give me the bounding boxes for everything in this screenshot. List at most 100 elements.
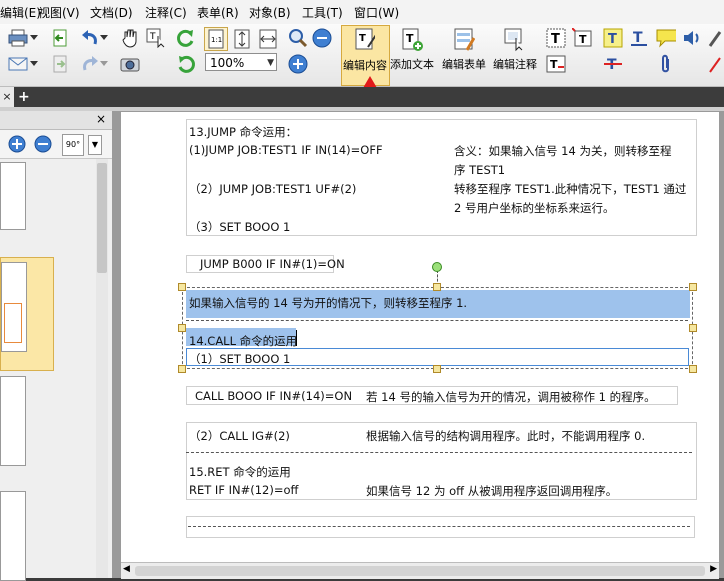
svg-text:T: T: [551, 32, 560, 47]
page-thumbnail[interactable]: [0, 376, 26, 466]
fit-width-icon[interactable]: [258, 29, 278, 49]
print-dropdown-icon[interactable]: [28, 28, 40, 48]
menu-document[interactable]: 文档(D): [90, 4, 133, 21]
call-desc: 若 14 号的输入信号为开的情况，调用被称作 1 的程序。: [366, 390, 656, 404]
ret-line: RET IF IN#(12)=off: [189, 483, 299, 497]
page-thumbnail[interactable]: [0, 491, 26, 581]
svg-text:T: T: [579, 33, 587, 46]
panel-close-icon[interactable]: ×: [96, 112, 106, 126]
jump-desc-2a: 转移至程序 TEST1.此种情况下，TEST1 通过: [454, 182, 687, 196]
snapshot-icon[interactable]: [120, 54, 140, 74]
actual-size-button[interactable]: 1:1: [204, 27, 228, 51]
resize-handle-tl[interactable]: [178, 283, 186, 291]
resize-handle-bl[interactable]: [178, 365, 186, 373]
call-ig-desc: 根据输入信号的结构调用程序。此时，不能调用程序 0.: [366, 429, 646, 443]
print-icon[interactable]: [8, 28, 28, 48]
svg-text:T: T: [149, 32, 156, 42]
pencil-icon[interactable]: [708, 28, 722, 48]
close-tab-icon[interactable]: ×: [0, 87, 14, 107]
edit-content-label: 编辑内容: [343, 59, 387, 72]
page-thumbnail-image: [1, 262, 27, 352]
scroll-right-icon[interactable]: ▶: [710, 564, 717, 574]
jump-b000-text: JUMP B000 IF IN#(1)=ON: [200, 257, 345, 271]
jump-desc-2b: 2 号用户坐标的坐标系来运行。: [454, 201, 615, 215]
email-icon[interactable]: [8, 54, 28, 74]
call-ig-line: （2）CALL IG#(2): [189, 429, 290, 443]
selected-line-1[interactable]: 如果输入信号的 14 号为开的情况下，则转移至程序 1.: [189, 295, 467, 311]
scroll-left-icon[interactable]: ◀: [123, 564, 130, 574]
zoom-out-icon[interactable]: [312, 28, 332, 48]
select-text-icon[interactable]: T: [146, 28, 166, 48]
horizontal-scrollbar-thumb[interactable]: [135, 566, 705, 576]
menu-object[interactable]: 对象(B): [249, 4, 291, 21]
section-13-title: 13.JUMP 命令运用：: [189, 125, 298, 139]
undo-dropdown-icon[interactable]: [99, 28, 109, 48]
redo-dropdown-icon[interactable]: [99, 54, 109, 74]
resize-handle-l[interactable]: [178, 324, 186, 332]
strikeout-text-icon[interactable]: T: [603, 54, 623, 74]
resize-handle-br[interactable]: [689, 365, 697, 373]
previous-page-icon[interactable]: [50, 28, 70, 48]
page-thumbnail-selected[interactable]: [0, 257, 54, 371]
undo-icon[interactable]: [80, 28, 100, 48]
resize-handle-tr[interactable]: [689, 283, 697, 291]
panel-zoom-in-icon[interactable]: [8, 135, 26, 156]
selected-line-2[interactable]: 14.CALL 命令的运用: [189, 333, 297, 349]
add-text-icon[interactable]: T: [400, 28, 424, 52]
menu-view[interactable]: 视图(V): [38, 4, 80, 21]
menu-edit[interactable]: 编辑(E): [0, 4, 41, 21]
svg-text:T: T: [633, 30, 643, 46]
panel-zoom-out-icon[interactable]: [34, 135, 52, 156]
dashed-separator: [186, 320, 688, 321]
jump-line-1: (1)JUMP JOB:TEST1 IF IN(14)=OFF: [189, 143, 383, 157]
note-icon[interactable]: [656, 28, 676, 48]
fit-page-icon[interactable]: [232, 29, 252, 49]
underline-text-icon[interactable]: T: [629, 28, 649, 48]
panel-scrollbar-thumb[interactable]: [97, 163, 107, 273]
callout-text-icon[interactable]: T: [572, 28, 592, 48]
panel-header: ×: [0, 111, 112, 130]
attach-file-icon[interactable]: [656, 54, 676, 74]
menu-comment[interactable]: 注释(C): [145, 4, 187, 21]
text-cursor: [296, 330, 297, 346]
email-dropdown-icon[interactable]: [28, 54, 40, 74]
chevron-down-icon[interactable]: ▼: [267, 54, 274, 72]
edit-form-label[interactable]: 编辑表单: [442, 56, 486, 72]
sound-icon[interactable]: [682, 28, 702, 48]
horizontal-scrollbar[interactable]: ◀ ▶: [121, 562, 719, 579]
menu-tools[interactable]: 工具(T): [302, 4, 343, 21]
next-page-icon[interactable]: [50, 54, 70, 74]
panel-scrollbar[interactable]: [96, 159, 108, 578]
edit-content-icon: T: [355, 28, 375, 50]
selected-line-3[interactable]: （1）SET BOOO 1: [189, 351, 290, 367]
hand-tool-icon[interactable]: [120, 28, 140, 48]
panel-rotate-button[interactable]: 90°: [62, 134, 84, 156]
line-tool-icon[interactable]: [708, 54, 722, 74]
svg-text:1:1: 1:1: [211, 36, 222, 44]
edit-annotation-icon[interactable]: [503, 28, 527, 52]
zoom-search-icon[interactable]: [288, 28, 308, 48]
jump-desc-1a: 含义：如果输入信号 14 为关，则转移至程: [454, 144, 672, 158]
page-thumbnail[interactable]: [0, 162, 26, 230]
menu-bar: 编辑(E) 视图(V) 文档(D) 注释(C) 表单(R) 对象(B) 工具(T…: [0, 0, 724, 25]
menu-form[interactable]: 表单(R): [197, 4, 239, 21]
typewriter-icon[interactable]: T: [546, 54, 566, 74]
resize-handle-b[interactable]: [433, 365, 441, 373]
zoom-in-icon[interactable]: [288, 54, 308, 74]
ret-desc: 如果信号 12 为 off 从被调用程序返回调用程序。: [366, 484, 618, 498]
edit-form-icon[interactable]: [452, 28, 476, 52]
add-text-label[interactable]: 添加文本: [390, 56, 434, 72]
resize-handle-t[interactable]: [433, 283, 441, 291]
zoom-select[interactable]: 100% ▼: [205, 53, 277, 71]
resize-handle-r[interactable]: [689, 324, 697, 332]
rotate-right-icon[interactable]: [176, 54, 196, 74]
rotation-handle[interactable]: [432, 262, 442, 272]
edit-annotation-label[interactable]: 编辑注释: [493, 56, 537, 72]
menu-window[interactable]: 窗口(W): [354, 4, 399, 21]
panel-options-icon[interactable]: ▼: [88, 135, 102, 155]
highlight-text-icon[interactable]: T: [603, 28, 623, 48]
redo-icon[interactable]: [80, 54, 100, 74]
text-box-icon[interactable]: T: [546, 28, 566, 48]
rotate-left-icon[interactable]: [176, 28, 196, 48]
add-tab-icon[interactable]: +: [18, 89, 30, 105]
